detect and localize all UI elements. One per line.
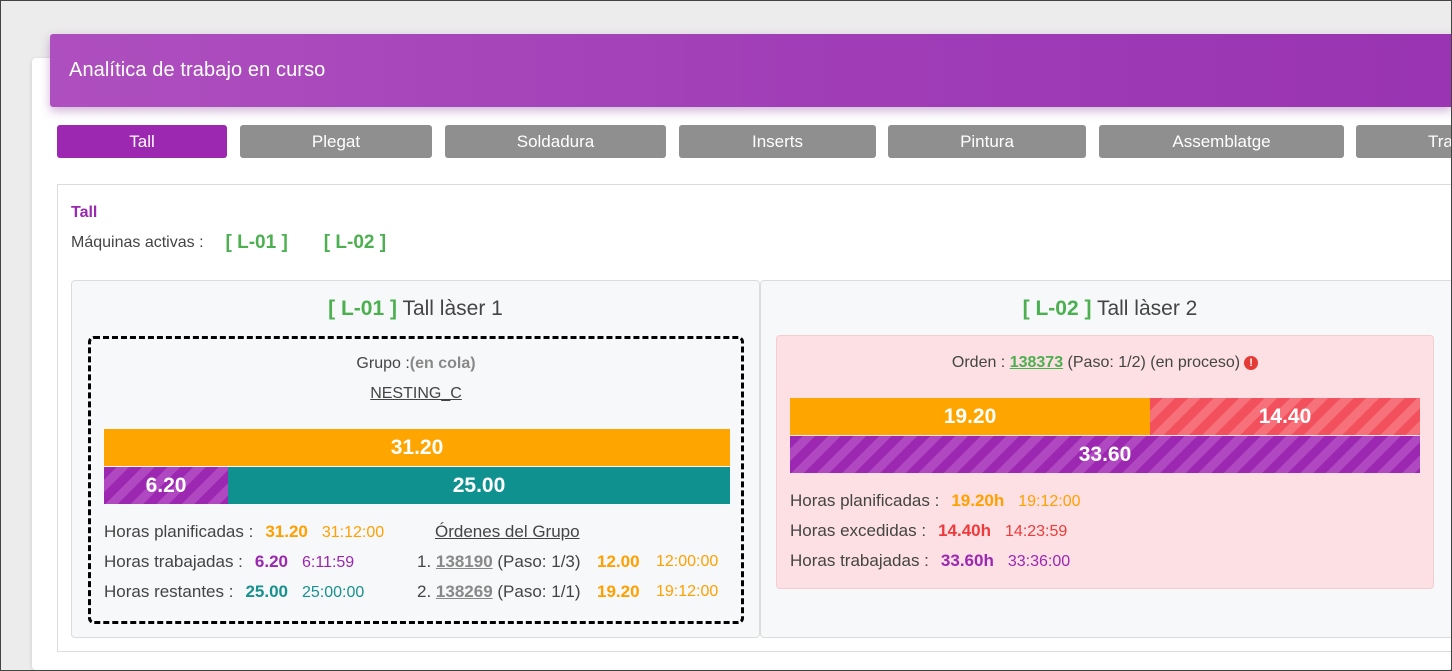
stat-time: 25:00:00 — [302, 584, 365, 601]
group-line: Grupo :(en cola) — [91, 355, 741, 373]
stat-value: 14.40h — [938, 521, 992, 540]
stat-label: Horas trabajadas : — [790, 551, 929, 570]
order-status: (en proceso) — [1150, 354, 1241, 371]
order-line: Orden : 138373 (Paso: 1/2) (en proceso)! — [777, 354, 1433, 372]
group-status: (en cola) — [409, 355, 476, 372]
stat-label: Horas planificadas : — [104, 522, 254, 541]
stat-value: 33.60h — [940, 551, 994, 570]
machine-link-l01[interactable]: [ L-01 ] — [226, 232, 288, 254]
stat-value: 19.20h — [951, 491, 1005, 510]
tab-assemblatge[interactable]: Assemblatge — [1099, 125, 1344, 158]
order-link[interactable]: 138373 — [1010, 354, 1063, 371]
group-name-link[interactable]: NESTING_C — [370, 385, 462, 402]
stat-worked: Horas trabajadas : 6.20 6:11:59 — [104, 552, 354, 572]
planned-hours-bar: 31.20 — [104, 429, 730, 466]
stat-exceeded: Horas excedidas : 14.40h 14:23:59 — [790, 521, 1067, 541]
remaining-hours-bar: 25.00 — [228, 467, 730, 504]
group-order-item: 1. 138190 (Paso: 1/3) 12.00 12:00:00 — [417, 552, 727, 572]
section-title: Tall — [71, 204, 98, 221]
order-index: 2. — [417, 582, 432, 601]
stat-label: Horas planificadas : — [790, 491, 940, 510]
machine-name: Tall làser 2 — [1096, 297, 1198, 320]
worked-hours-bar: 6.20 — [104, 467, 228, 504]
stat-label: Horas excedidas : — [790, 521, 927, 540]
machine-card-l01: [ L-01 ] Tall làser 1 Grupo :(en cola) N… — [71, 280, 760, 638]
stat-label: Horas trabajadas : — [104, 552, 243, 571]
stat-label: Horas restantes : — [104, 582, 234, 601]
stat-value: 6.20 — [254, 552, 288, 571]
machine-link-l02[interactable]: [ L-02 ] — [324, 232, 386, 254]
stat-time: 33:36:00 — [1007, 553, 1071, 570]
tab-tra[interactable]: Tra — [1356, 125, 1452, 158]
page-title: Analítica de trabajo en curso — [69, 59, 326, 81]
tab-plegat[interactable]: Plegat — [240, 125, 432, 158]
order-time: 19:12:00 — [656, 583, 719, 600]
order-step: (Paso: 1/3) — [497, 552, 581, 571]
machine-code: [ L-02 ] — [1022, 297, 1092, 320]
order-hours: 19.20 — [597, 582, 640, 601]
order-label: Orden : — [951, 354, 1006, 371]
order-link[interactable]: 138190 — [436, 552, 493, 571]
section-panel: Tall Máquinas activas : [ L-01 ] [ L-02 … — [57, 184, 1452, 652]
stat-remaining: Horas restantes : 25.00 25:00:00 — [104, 582, 364, 602]
machine-card-title: [ L-01 ] Tall làser 1 — [72, 297, 759, 321]
order-box: Orden : 138373 (Paso: 1/2) (en proceso)!… — [776, 335, 1434, 589]
page-header: Analítica de trabajo en curso — [50, 34, 1452, 107]
worked-hours-bar: 33.60 — [790, 436, 1420, 473]
machine-card-l02: [ L-02 ] Tall làser 2 Orden : 138373 (Pa… — [760, 280, 1452, 638]
tab-pintura[interactable]: Pintura — [888, 125, 1086, 158]
machine-card-title: [ L-02 ] Tall làser 2 — [761, 297, 1452, 321]
tab-tall[interactable]: Tall — [57, 125, 227, 158]
tab-inserts[interactable]: Inserts — [679, 125, 876, 158]
stat-time: 14:23:59 — [1005, 523, 1068, 540]
exclamation-circle-icon: ! — [1244, 356, 1259, 370]
stat-value: 31.20 — [265, 522, 308, 541]
stat-time: 6:11:59 — [302, 554, 355, 571]
order-hours: 12.00 — [597, 552, 640, 571]
active-machines-row: Máquinas activas : [ L-01 ] [ L-02 ] — [71, 232, 386, 254]
group-orders-title[interactable]: Órdenes del Grupo — [435, 522, 580, 541]
order-step: (Paso: 1/1) — [497, 582, 581, 601]
stat-planned: Horas planificadas : 31.20 31:12:00 — [104, 522, 384, 542]
stat-worked: Horas trabajadas : 33.60h 33:36:00 — [790, 551, 1070, 571]
machine-name: Tall làser 1 — [402, 297, 503, 320]
order-index: 1. — [417, 552, 432, 571]
order-step: (Paso: 1/2) — [1067, 354, 1146, 371]
order-time: 12:00:00 — [656, 553, 719, 570]
planned-hours-bar: 19.20 — [790, 398, 1150, 435]
stat-time: 31:12:00 — [321, 524, 385, 541]
group-box: Grupo :(en cola) NESTING_C 31.20 6.20 25… — [88, 336, 744, 624]
stat-time: 19:12:00 — [1018, 493, 1081, 510]
stat-planned: Horas planificadas : 19.20h 19:12:00 — [790, 491, 1081, 511]
order-link[interactable]: 138269 — [436, 582, 493, 601]
exceeded-hours-bar: 14.40 — [1150, 398, 1420, 435]
tab-soldadura[interactable]: Soldadura — [445, 125, 666, 158]
group-label: Grupo : — [356, 355, 410, 372]
group-order-item: 2. 138269 (Paso: 1/1) 19.20 19:12:00 — [417, 582, 727, 602]
stat-value: 25.00 — [245, 582, 288, 601]
machine-code: [ L-01 ] — [328, 297, 397, 320]
active-machines-label: Máquinas activas : — [71, 234, 204, 251]
